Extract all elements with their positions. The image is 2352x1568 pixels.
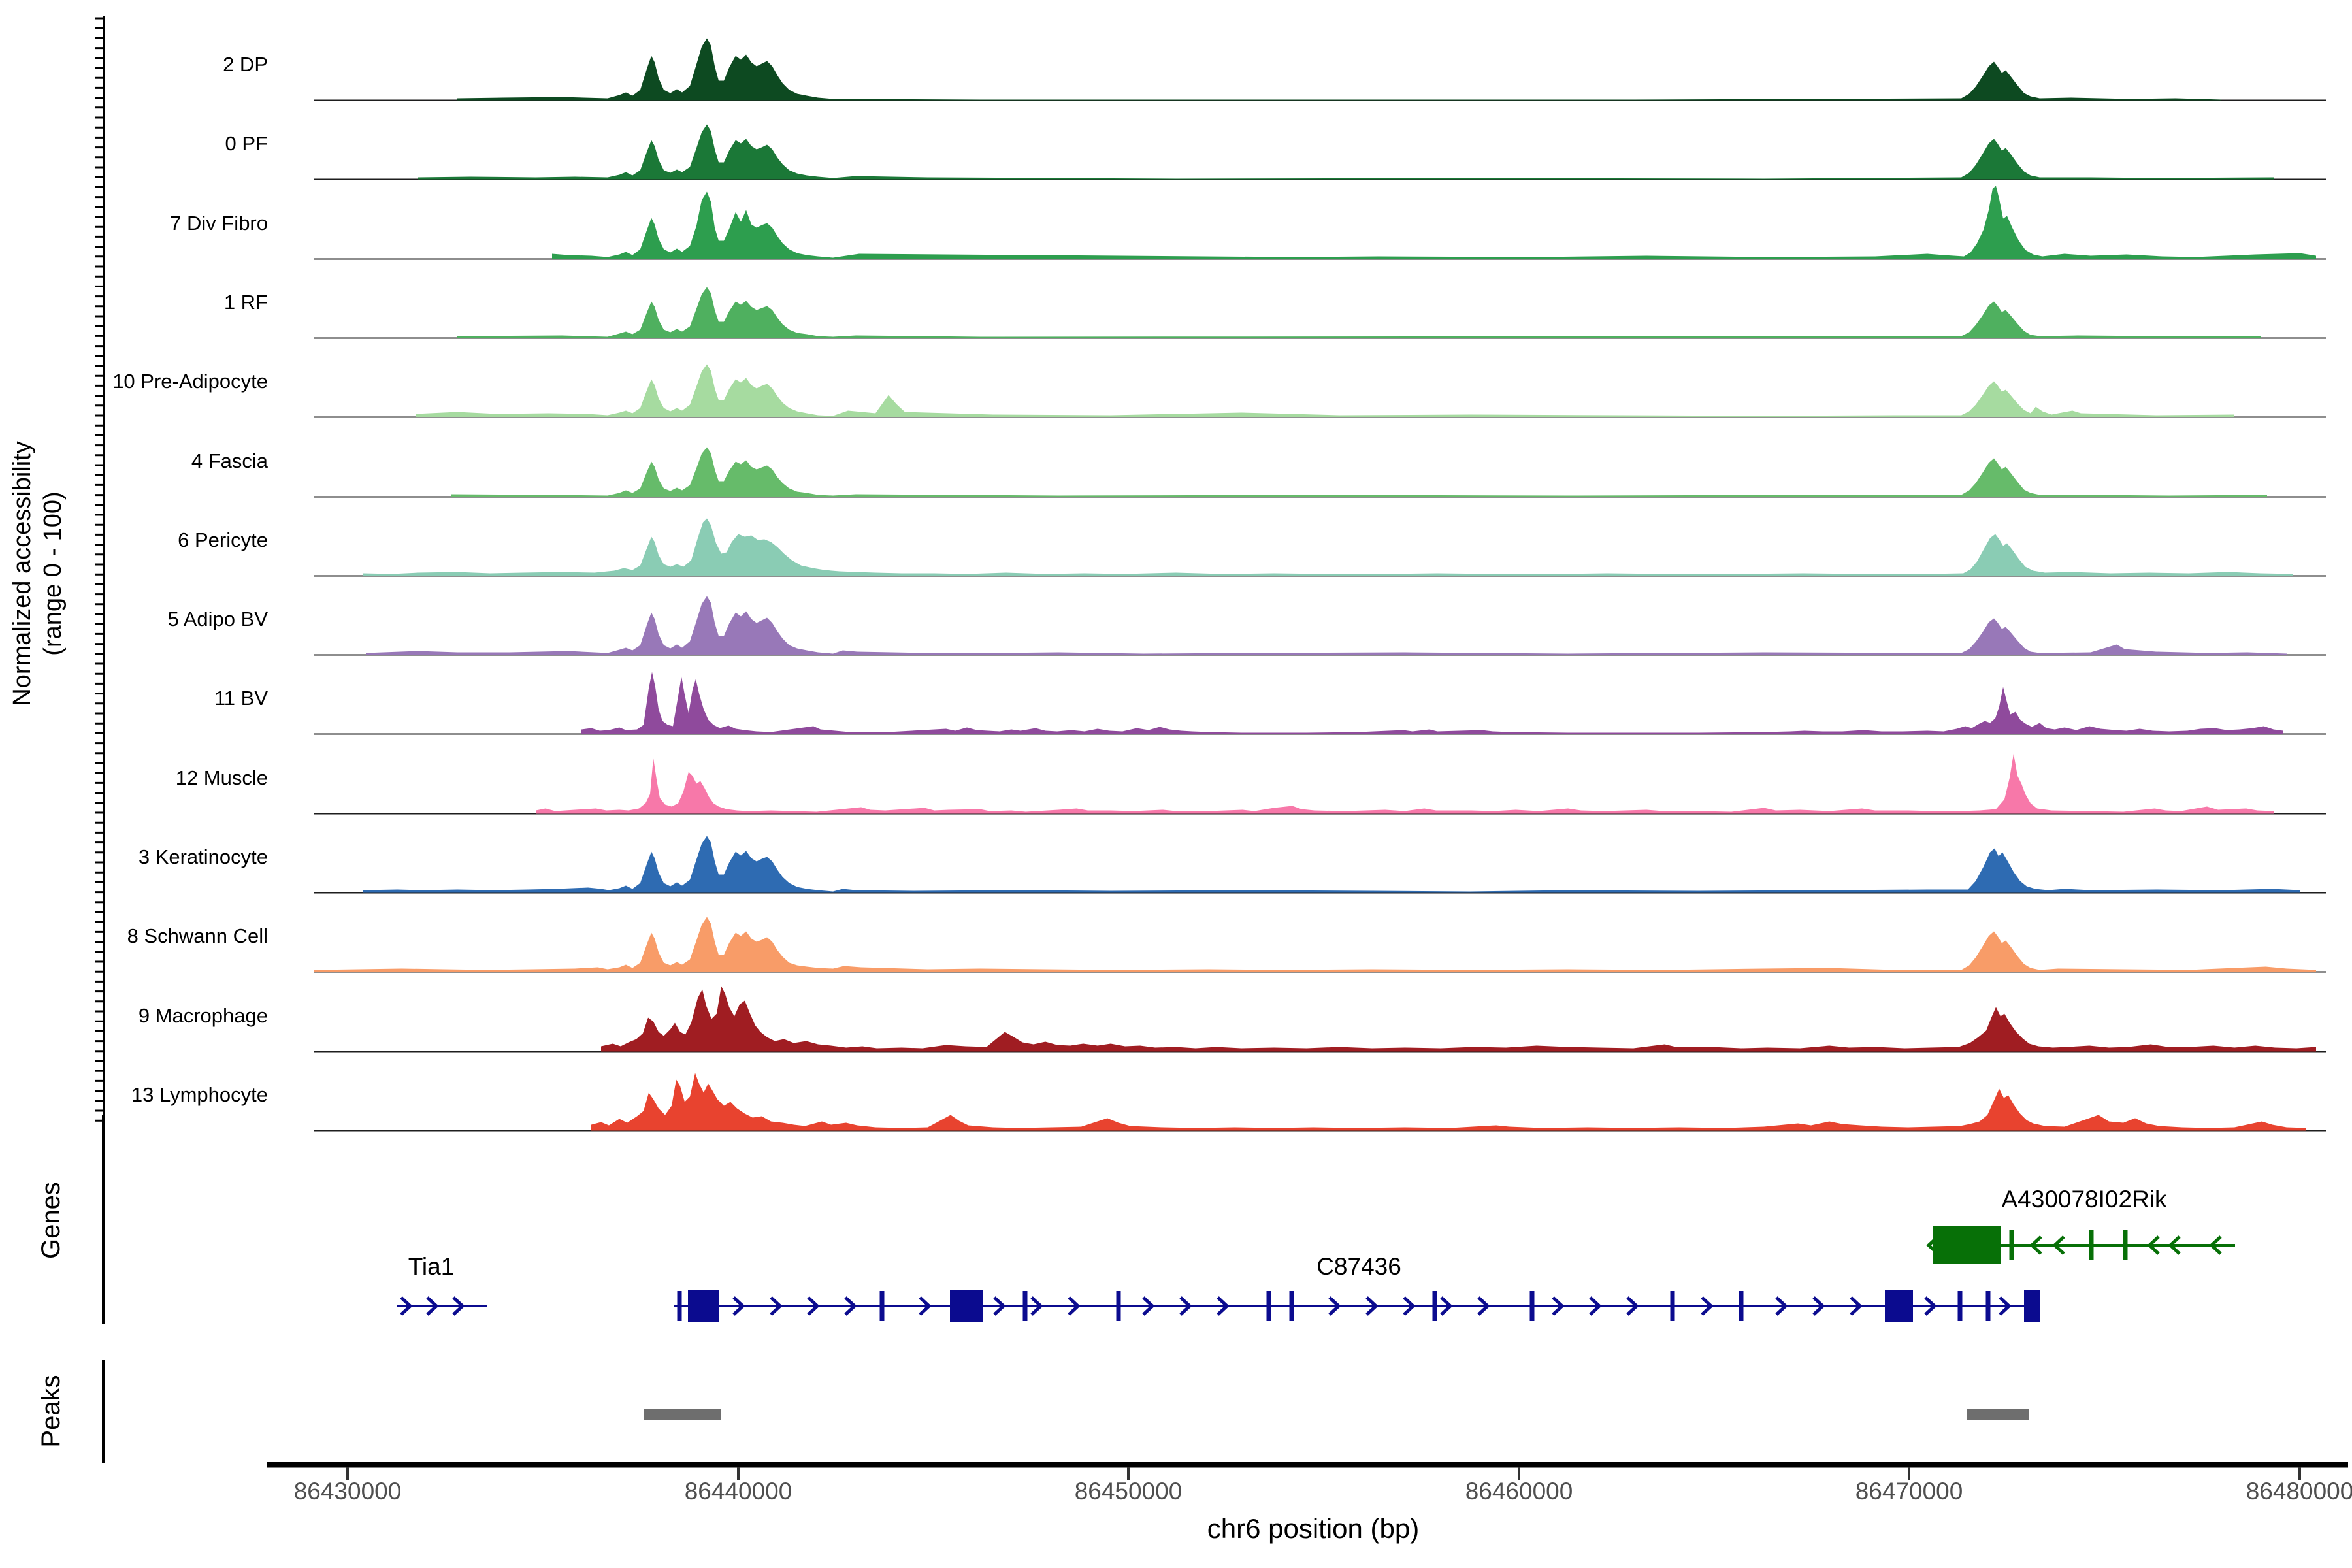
y-axis-label-line1: Normalized accessibility <box>7 247 38 900</box>
gene-label-a430078i02rik: A430078I02Rik <box>1934 1186 2234 1213</box>
y-axis-label-line2: (range 0 - 100) <box>38 247 69 900</box>
gene-label-tia1: Tia1 <box>281 1253 581 1281</box>
y-axis-ticks <box>95 18 104 1120</box>
y-axis-label: Normalized accessibility (range 0 - 100) <box>7 247 70 900</box>
track-label-6-pericyte: 6 Pericyte <box>0 529 268 551</box>
track-label-13-lymphocyte: 13 Lymphocyte <box>0 1084 268 1105</box>
track-label-3-keratinocyte: 3 Keratinocyte <box>0 846 268 868</box>
gene-c87436-exon-box <box>950 1290 983 1322</box>
gene-a430078i02rik-exon-box <box>1933 1226 2001 1264</box>
gene-c87436-exon-bar <box>1290 1291 1294 1321</box>
signal-area-3-keratinocyte <box>363 836 2300 893</box>
peak-region-bar-2 <box>1967 1409 2029 1420</box>
gene-c87436-exon-bar <box>1267 1291 1271 1321</box>
gene-a430078i02rik-exon-bar <box>2089 1230 2094 1260</box>
track-label-10-pre-adipocyte: 10 Pre-Adipocyte <box>0 370 268 392</box>
gene-c87436-exon-bar <box>1433 1291 1437 1321</box>
track-label-4-fascia: 4 Fascia <box>0 450 268 472</box>
gene-c87436-exon-bar <box>1117 1291 1121 1321</box>
signal-area-5-adipo-bv <box>366 596 2287 655</box>
gene-c87436-exon-bar <box>1023 1291 1028 1321</box>
signal-area-8-schwann-cell <box>314 917 2316 972</box>
signal-area-6-pericyte <box>363 519 2293 576</box>
track-label-11-bv: 11 BV <box>0 687 268 709</box>
x-tick-label-86440000: 86440000 <box>634 1478 843 1505</box>
signal-area-9-macrophage <box>601 987 2316 1052</box>
track-label-2-dp: 2 DP <box>0 54 268 75</box>
genome-browser-figure: Normalized accessibility (range 0 - 100)… <box>0 0 2352 1568</box>
signal-area-10-pre-adipocyte <box>416 365 2234 417</box>
genes-section-label: Genes <box>37 1122 65 1318</box>
track-label-9-macrophage: 9 Macrophage <box>0 1005 268 1026</box>
signal-area-2-dp <box>457 39 2221 101</box>
signal-area-11-bv <box>581 672 2283 734</box>
gene-c87436-exon-box <box>1885 1290 1913 1322</box>
gene-c87436-exon-bar <box>1671 1291 1675 1321</box>
signal-area-0-pf <box>418 125 2274 180</box>
gene-c87436-exon-bar <box>1530 1291 1535 1321</box>
track-label-8-schwann-cell: 8 Schwann Cell <box>0 925 268 947</box>
gene-c87436-exon-box <box>688 1290 719 1322</box>
x-axis-title: chr6 position (bp) <box>987 1513 1640 1544</box>
signal-area-7-div-fibro <box>552 186 2316 259</box>
track-label-0-pf: 0 PF <box>0 133 268 154</box>
peaks-section-label: Peaks <box>37 1313 65 1509</box>
track-label-5-adipo-bv: 5 Adipo BV <box>0 608 268 630</box>
x-tick-label-86450000: 86450000 <box>1024 1478 1233 1505</box>
gene-a430078i02rik-exon-bar <box>2123 1230 2128 1260</box>
signal-area-13-lymphocyte <box>591 1073 2306 1131</box>
gene-c87436-exon-bar <box>1958 1291 1963 1321</box>
track-label-1-rf: 1 RF <box>0 291 268 313</box>
gene-c87436-exon-bar <box>1739 1291 1744 1321</box>
signal-area-1-rf <box>457 287 2261 338</box>
x-tick-label-86430000: 86430000 <box>243 1478 452 1505</box>
signal-area-12-muscle <box>536 754 2274 814</box>
gene-label-c87436: C87436 <box>1209 1253 1509 1281</box>
gene-c87436-exon-box <box>2024 1290 2040 1322</box>
gene-c87436-exon-bar <box>678 1291 682 1321</box>
peak-region-bar-1 <box>644 1409 721 1420</box>
track-label-12-muscle: 12 Muscle <box>0 767 268 789</box>
signal-area-4-fascia <box>451 448 2267 497</box>
x-tick-label-86480000: 86480000 <box>2195 1478 2352 1505</box>
x-tick-label-86470000: 86470000 <box>1805 1478 2014 1505</box>
gene-c87436-exon-bar <box>1986 1291 1991 1321</box>
track-label-7-div-fibro: 7 Div Fibro <box>0 212 268 234</box>
gene-a430078i02rik-exon-bar <box>2010 1230 2014 1260</box>
x-tick-label-86460000: 86460000 <box>1414 1478 1624 1505</box>
gene-c87436-exon-bar <box>880 1291 885 1321</box>
plot-canvas <box>0 0 2352 1568</box>
